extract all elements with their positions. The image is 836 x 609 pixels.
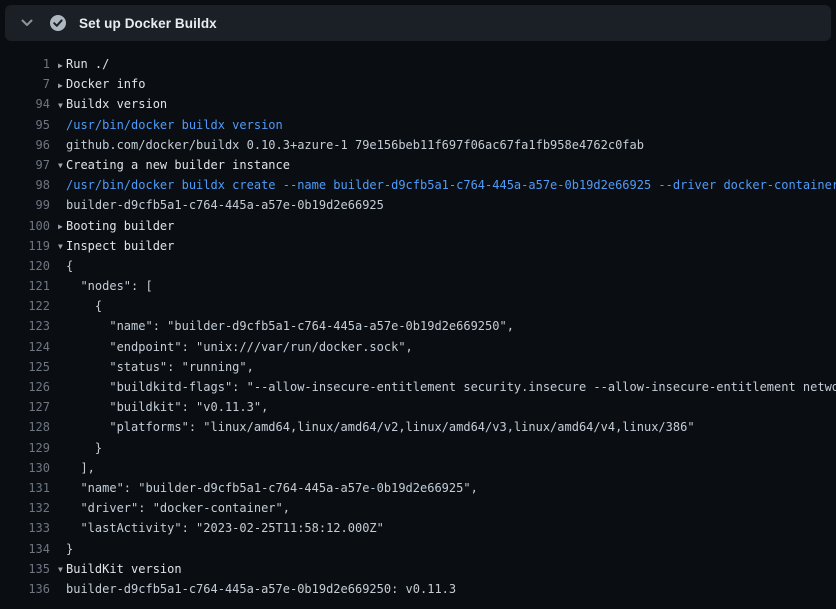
collapse-group-icon[interactable]: ▼ bbox=[58, 237, 66, 257]
group-title[interactable]: Buildx version bbox=[66, 97, 167, 111]
line-number[interactable]: 130 bbox=[0, 458, 50, 478]
expand-group-icon[interactable]: ▶ bbox=[58, 56, 66, 76]
line-number[interactable]: 98 bbox=[0, 175, 50, 195]
log-line: 97 ▼Creating a new builder instance bbox=[0, 155, 836, 175]
log-line: 119 ▼Inspect builder bbox=[0, 236, 836, 256]
output-text: ], bbox=[66, 461, 95, 475]
line-number[interactable]: 7 bbox=[0, 74, 50, 94]
log-line: 130 ], bbox=[0, 458, 836, 478]
line-number[interactable]: 132 bbox=[0, 498, 50, 518]
output-text: } bbox=[66, 542, 73, 556]
command-text: /usr/bin/docker buildx version bbox=[66, 118, 283, 132]
line-number[interactable]: 121 bbox=[0, 276, 50, 296]
line-number[interactable]: 131 bbox=[0, 478, 50, 498]
line-number[interactable]: 127 bbox=[0, 397, 50, 417]
line-number[interactable]: 125 bbox=[0, 357, 50, 377]
line-number[interactable]: 126 bbox=[0, 377, 50, 397]
group-title[interactable]: BuildKit version bbox=[66, 562, 182, 576]
output-text: "endpoint": "unix:///var/run/docker.sock… bbox=[66, 340, 413, 354]
log-viewer: 1▶Run ./7▶Docker info94▼Buildx version95… bbox=[0, 41, 836, 599]
log-line: 135 ▼BuildKit version bbox=[0, 559, 836, 579]
log-line: 94 ▼Buildx version bbox=[0, 94, 836, 114]
line-number[interactable]: 96 bbox=[0, 135, 50, 155]
log-line: 100 ▶Booting builder bbox=[0, 216, 836, 236]
group-title[interactable]: Creating a new builder instance bbox=[66, 158, 290, 172]
command-text: /usr/bin/docker buildx create --name bui… bbox=[66, 178, 836, 192]
line-number[interactable]: 1 bbox=[0, 54, 50, 74]
line-number[interactable]: 136 bbox=[0, 579, 50, 599]
expand-group-icon[interactable]: ▶ bbox=[58, 76, 66, 96]
log-line: 125 "status": "running", bbox=[0, 357, 836, 377]
log-line: 124 "endpoint": "unix:///var/run/docker.… bbox=[0, 337, 836, 357]
line-number[interactable]: 134 bbox=[0, 539, 50, 559]
collapse-group-icon[interactable]: ▼ bbox=[58, 560, 66, 580]
log-line: 132 "driver": "docker-container", bbox=[0, 498, 836, 518]
line-number[interactable]: 124 bbox=[0, 337, 50, 357]
line-number[interactable]: 99 bbox=[0, 195, 50, 215]
output-text: } bbox=[66, 441, 102, 455]
group-title[interactable]: Run ./ bbox=[66, 57, 109, 71]
line-number[interactable]: 94 bbox=[0, 94, 50, 114]
group-title[interactable]: Inspect builder bbox=[66, 239, 174, 253]
log-line: 126 "buildkitd-flags": "--allow-insecure… bbox=[0, 377, 836, 397]
log-lines: 1▶Run ./7▶Docker info94▼Buildx version95… bbox=[0, 54, 836, 599]
output-text: builder-d9cfb5a1-c764-445a-a57e-0b19d2e6… bbox=[66, 582, 456, 596]
line-number[interactable]: 95 bbox=[0, 115, 50, 135]
log-line: 136 builder-d9cfb5a1-c764-445a-a57e-0b19d… bbox=[0, 579, 836, 599]
log-line: 99 builder-d9cfb5a1-c764-445a-a57e-0b19d2… bbox=[0, 195, 836, 215]
log-line: 129 } bbox=[0, 438, 836, 458]
log-line: 131 "name": "builder-d9cfb5a1-c764-445a-… bbox=[0, 478, 836, 498]
log-line: 95/usr/bin/docker buildx version bbox=[0, 115, 836, 135]
line-number[interactable]: 133 bbox=[0, 518, 50, 538]
output-text: builder-d9cfb5a1-c764-445a-a57e-0b19d2e6… bbox=[66, 198, 384, 212]
output-text: "driver": "docker-container", bbox=[66, 501, 290, 515]
output-text: "name": "builder-d9cfb5a1-c764-445a-a57e… bbox=[66, 481, 478, 495]
step-title: Set up Docker Buildx bbox=[79, 16, 217, 31]
output-text: "buildkit": "v0.11.3", bbox=[66, 400, 268, 414]
group-title[interactable]: Booting builder bbox=[66, 219, 174, 233]
collapse-group-icon[interactable]: ▼ bbox=[58, 96, 66, 116]
line-number[interactable]: 119 bbox=[0, 236, 50, 256]
log-line: 133 "lastActivity": "2023-02-25T11:58:12… bbox=[0, 518, 836, 538]
output-text: "status": "running", bbox=[66, 360, 254, 374]
log-line: 121 "nodes": [ bbox=[0, 276, 836, 296]
log-line: 122 { bbox=[0, 296, 836, 316]
log-line: 96 github.com/docker/buildx 0.10.3+azure-… bbox=[0, 135, 836, 155]
log-line: 1 ▶Run ./ bbox=[0, 54, 836, 74]
line-number[interactable]: 135 bbox=[0, 559, 50, 579]
line-number[interactable]: 120 bbox=[0, 256, 50, 276]
line-number[interactable]: 129 bbox=[0, 438, 50, 458]
log-line: 98/usr/bin/docker buildx create --name b… bbox=[0, 175, 836, 195]
line-number[interactable]: 128 bbox=[0, 417, 50, 437]
check-circle-icon bbox=[49, 14, 67, 32]
output-text: { bbox=[66, 299, 102, 313]
output-text: "platforms": "linux/amd64,linux/amd64/v2… bbox=[66, 420, 695, 434]
output-text: "buildkitd-flags": "--allow-insecure-ent… bbox=[66, 380, 836, 394]
output-text: "lastActivity": "2023-02-25T11:58:12.000… bbox=[66, 521, 384, 535]
output-text: "nodes": [ bbox=[66, 279, 153, 293]
line-number[interactable]: 123 bbox=[0, 316, 50, 336]
log-line: 128 "platforms": "linux/amd64,linux/amd6… bbox=[0, 417, 836, 437]
log-line: 120 { bbox=[0, 256, 836, 276]
collapse-group-icon[interactable]: ▼ bbox=[58, 156, 66, 176]
group-title[interactable]: Docker info bbox=[66, 77, 145, 91]
log-line: 7 ▶Docker info bbox=[0, 74, 836, 94]
output-text: github.com/docker/buildx 0.10.3+azure-1 … bbox=[66, 138, 644, 152]
output-text: "name": "builder-d9cfb5a1-c764-445a-a57e… bbox=[66, 319, 514, 333]
output-text: { bbox=[66, 259, 73, 273]
line-number[interactable]: 97 bbox=[0, 155, 50, 175]
step-header[interactable]: Set up Docker Buildx bbox=[5, 5, 831, 41]
expand-group-icon[interactable]: ▶ bbox=[58, 217, 66, 237]
log-line: 127 "buildkit": "v0.11.3", bbox=[0, 397, 836, 417]
line-number[interactable]: 122 bbox=[0, 296, 50, 316]
line-number[interactable]: 100 bbox=[0, 216, 50, 236]
log-line: 123 "name": "builder-d9cfb5a1-c764-445a-… bbox=[0, 316, 836, 336]
chevron-down-icon[interactable] bbox=[19, 15, 35, 31]
log-line: 134} bbox=[0, 539, 836, 559]
